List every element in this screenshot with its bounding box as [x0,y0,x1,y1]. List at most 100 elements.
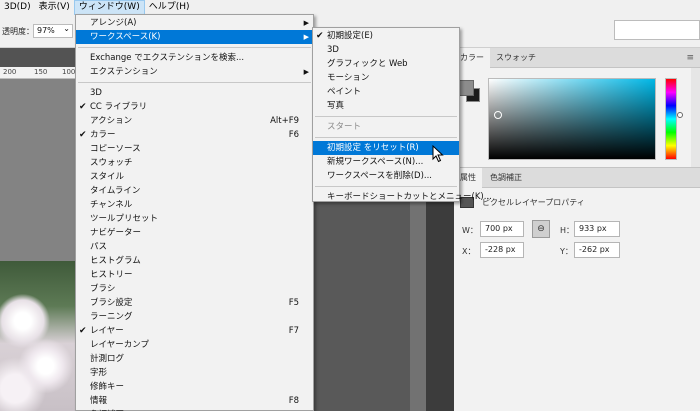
ruler-tick-label: 200 [3,68,17,76]
workspace_menu-item[interactable]: 写真 [313,99,459,113]
window_menu-item[interactable]: アクション Alt+F9 [76,114,313,128]
window_menu-item[interactable]: 情報 F8 [76,394,313,408]
window_menu-item[interactable]: レイヤーカンプ [76,338,313,352]
window_menu-item[interactable]: ヒストリー [76,268,313,282]
shortcut-label: F6 [288,130,299,140]
height-field[interactable]: 933 px [574,221,620,237]
window_menu-item[interactable]: 字形 [76,366,313,380]
workspace_menu-item: スタート [313,120,459,134]
hue-slider[interactable] [665,78,677,160]
window_menu-item-label: 字形 [90,368,108,378]
menu-window[interactable]: ウィンドウ(W) [73,0,145,15]
foreground-color-swatch[interactable] [458,80,474,96]
checkmark-icon: ✔ [79,326,87,336]
hue-slider-handle[interactable] [677,112,683,118]
menu-separator [315,186,457,187]
window_menu-item[interactable]: 3D [76,86,313,100]
options-right-field[interactable] [614,20,700,40]
window_menu-item[interactable]: ✔ レイヤー F7 [76,324,313,338]
window-menu: アレンジ(A) ▶ ワークスペース(K) ▶ Exchange でエクステンションを検索… [75,14,314,411]
menu-bar: 3D(D) 表示(V) ウィンドウ(W) ヘルプ(H) [0,0,700,15]
window_menu-item[interactable]: アレンジ(A) ▶ [76,16,313,30]
y-label: Y： [560,247,573,256]
window_menu-item-label: スタイル [90,172,125,182]
workspace_menu-item-label: グラフィックと Web [327,59,408,69]
workspace_menu-item[interactable]: ペイント [313,85,459,99]
color-panel: カラー スウォッチ ≡ [454,48,700,167]
horizontal-ruler: 200 150 100 [0,67,76,79]
color-panel-tabs: カラー スウォッチ ≡ [454,48,700,68]
window_menu-item[interactable]: ワークスペース(K) ▶ [76,30,313,44]
window_menu-item[interactable]: エクステンション ▶ [76,65,313,79]
window_menu-item[interactable]: スタイル [76,170,313,184]
menu-3d[interactable]: 3D(D) [0,0,35,15]
x-label: X： [462,247,476,256]
window_menu-item-label: スウォッチ [90,158,133,168]
window_menu-item-label: コピーソース [90,144,141,154]
window_menu-item-label: 3D [90,88,102,98]
workspace_menu-item-label: ペイント [327,87,362,97]
window_menu-item[interactable]: ✔ カラー F6 [76,128,313,142]
window_menu-item-label: 情報 [90,396,108,406]
document-image [0,261,76,411]
color-field-marker[interactable] [494,111,502,119]
workspace_menu-item[interactable]: ✔ 初期設定(E) [313,29,459,43]
window_menu-item[interactable]: ブラシ設定 F5 [76,296,313,310]
y-field[interactable]: -262 px [574,242,620,258]
tab-swatches[interactable]: スウォッチ [490,48,542,68]
window_menu-item[interactable]: Exchange でエクステンションを検索... [76,51,313,65]
window_menu-item-label: CC ライブラリ [90,102,148,112]
menu-separator [78,47,311,48]
window_menu-item-label: エクステンション [90,67,158,77]
width-label: W： [462,226,478,235]
tab-adjustments[interactable]: 色調補正 [484,168,528,188]
workspace_menu-item-label: 初期設定 をリセット(R) [327,143,419,153]
chevron-down-icon[interactable]: ⌄ [63,23,70,35]
workspace_menu-item[interactable]: モーション [313,71,459,85]
checkmark-icon: ✔ [79,130,87,140]
ruler-tick-label: 150 [34,68,48,76]
shortcut-label: Alt+F9 [270,116,299,126]
window_menu-item-label: ブラシ [90,284,116,294]
workspace_menu-item-label: 新規ワークスペース(N)... [327,157,424,167]
width-field[interactable]: 700 px [480,221,524,237]
window_menu-item-label: ツールプリセット [90,214,159,224]
window_menu-item[interactable]: スウォッチ [76,156,313,170]
link-icon[interactable]: ⊖ [532,220,550,238]
panel-scrollbar[interactable] [691,68,700,167]
workspace_menu-item-label: ワークスペースを削除(D)... [327,171,433,181]
properties-panel-tabs: 属性 色調補正 [454,168,700,188]
window_menu-item-label: ナビゲーター [90,228,142,238]
color-field[interactable] [488,78,656,160]
window_menu-item[interactable]: ✔ CC ライブラリ [76,100,313,114]
window_menu-item[interactable]: ラーニング [76,310,313,324]
workspace_menu-item[interactable]: 3D [313,43,459,57]
workspace_menu-item[interactable]: キーボードショートカットとメニュー(K)... [313,190,492,204]
window_menu-item[interactable]: チャンネル [76,198,313,212]
window_menu-item[interactable]: ヒストグラム [76,254,313,268]
window_menu-item[interactable]: 修飾キー [76,380,313,394]
menu-help[interactable]: ヘルプ(H) [145,0,194,15]
workspace_menu-item[interactable]: グラフィックと Web [313,57,459,71]
workspace-submenu: ✔ 初期設定(E) 3D グラフィックと Web モーションペイント写真スタート初期設定… [312,27,492,204]
submenu-arrow-icon: ▶ [303,68,309,76]
opacity-field[interactable]: 97% ⌄ [33,24,73,38]
window_menu-item[interactable]: ツールプリセット [76,212,313,226]
menu-view[interactable]: 表示(V) [35,0,74,15]
panel-menu-icon[interactable]: ≡ [686,53,694,63]
window_menu-item[interactable]: ブラシ [76,282,313,296]
window_menu-item[interactable]: コピーソース [76,142,313,156]
window_menu-item[interactable]: ナビゲーター [76,226,313,240]
ruler-tick-label: 100 [62,68,76,76]
window_menu-item-label: カラー [90,130,116,140]
window_menu-item[interactable]: 計測ログ [76,352,313,366]
window_menu-item-label: チャンネル [90,200,133,210]
x-field[interactable]: -228 px [480,242,524,258]
workspace_menu-item-label: 写真 [327,101,345,111]
window_menu-item[interactable]: パス [76,240,313,254]
checkmark-icon: ✔ [316,31,324,41]
workspace_menu-item[interactable]: ワークスペースを削除(D)... [313,169,459,183]
window_menu-item-label: Exchange でエクステンションを検索... [90,53,245,63]
window_menu-item-label: ヒストリー [90,270,133,280]
window_menu-item[interactable]: タイムライン [76,184,313,198]
